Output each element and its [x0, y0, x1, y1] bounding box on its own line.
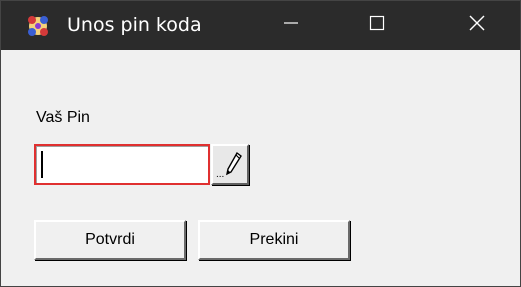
window-title: Unos pin koda [67, 14, 202, 36]
pencil-icon [223, 151, 243, 182]
text-caret [41, 151, 43, 178]
pin-label: Vaš Pin [36, 109, 90, 126]
confirm-button[interactable]: Potvrdi [34, 220, 186, 260]
minimize-button[interactable] [248, 1, 334, 50]
pin-input[interactable] [34, 144, 210, 185]
minimize-icon [283, 15, 299, 36]
app-icon [25, 14, 51, 38]
maximize-icon [369, 15, 385, 36]
browse-button[interactable]: ... [211, 144, 249, 185]
cancel-button[interactable]: Prekini [198, 220, 350, 260]
title-bar[interactable]: Unos pin koda [1, 1, 520, 50]
pin-dialog: Unos pin koda Vaš Pin ... Potvrdi Prekin… [0, 0, 521, 287]
close-button[interactable] [434, 1, 520, 50]
close-icon [468, 14, 486, 37]
maximize-button[interactable] [334, 1, 420, 50]
